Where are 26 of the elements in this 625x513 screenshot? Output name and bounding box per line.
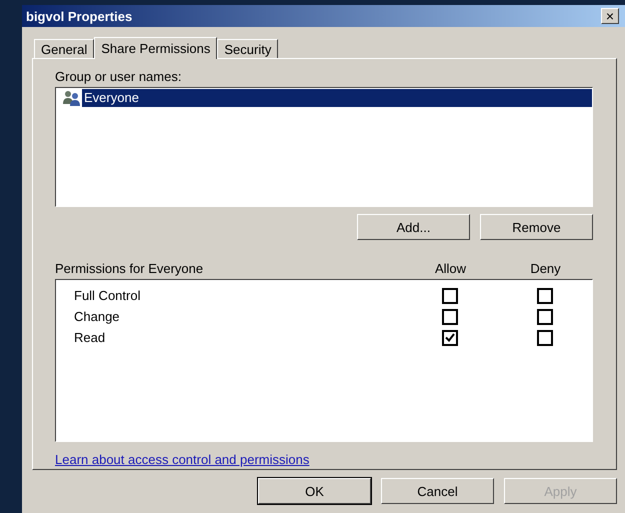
help-link[interactable]: Learn about access control and permissions (55, 452, 310, 467)
permission-name: Change (73, 309, 121, 324)
tab[interactable]: Share Permissions (94, 37, 218, 59)
column-header: Deny (529, 260, 562, 276)
tab[interactable]: Security (217, 39, 278, 58)
dialog-button[interactable]: Cancel (381, 478, 494, 504)
column-header: Allow (434, 260, 468, 276)
user-list-item[interactable]: Everyone (82, 89, 592, 107)
group-label: Group or user names: (55, 69, 182, 84)
add-button[interactable]: Add... (357, 214, 470, 240)
checked-checkbox[interactable] (442, 330, 458, 346)
checkbox[interactable] (442, 308, 458, 324)
dialog-button[interactable]: OK (258, 478, 371, 504)
checkbox[interactable] (536, 288, 552, 304)
remove-button[interactable]: Remove (480, 214, 593, 240)
permissions-label: Permissions for Everyone (55, 260, 204, 276)
close-button[interactable]: × (601, 8, 619, 24)
checkbox[interactable] (536, 308, 552, 324)
window-title: bigvol Properties (26, 8, 132, 24)
checkmark-icon (444, 333, 454, 342)
users-icon (62, 90, 82, 106)
tab[interactable]: General (34, 39, 94, 58)
permission-name: Full Control (73, 288, 142, 303)
checkbox[interactable] (536, 330, 552, 346)
checkbox[interactable] (442, 288, 458, 304)
permission-name: Read (73, 330, 106, 345)
